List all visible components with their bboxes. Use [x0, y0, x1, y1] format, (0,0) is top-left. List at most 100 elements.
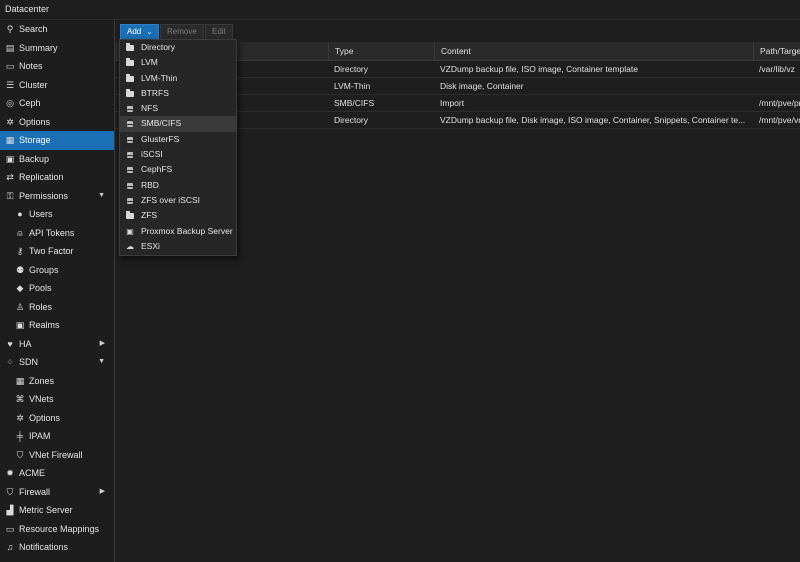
cell-type: Directory — [334, 115, 369, 125]
sidebar-item-label: Permissions — [19, 190, 69, 201]
menu-item-directory[interactable]: Directory — [120, 40, 236, 55]
menu-item-label: ZFS — [141, 210, 158, 221]
folder-icon — [125, 40, 135, 55]
menu-item-iscsi[interactable]: iSCSI — [120, 147, 236, 162]
book-icon: ▤ — [5, 42, 15, 53]
menu-item-proxmox-backup-server[interactable]: ▣ Proxmox Backup Server — [120, 224, 236, 239]
cell-path — [753, 78, 800, 94]
menu-item-zfs[interactable]: ZFS — [120, 208, 236, 223]
ceph-icon: ◎ — [6, 98, 14, 108]
sidebar-item-notes[interactable]: ▭ Notes — [0, 57, 114, 76]
sidebar-item-two-factor[interactable]: ⚷ Two Factor — [0, 242, 114, 261]
sidebar-item-resource-mappings[interactable]: ▭ Resource Mappings — [0, 520, 114, 539]
add-button[interactable]: Add ⌄ — [120, 24, 160, 40]
folder-icon: ▭ — [5, 523, 15, 534]
sidebar-item-groups[interactable]: ⚉ Groups — [0, 261, 114, 280]
menu-item-rbd[interactable]: RBD — [120, 178, 236, 193]
sidebar-item-label: Notes — [19, 61, 43, 71]
sidebar-item-metric-server[interactable]: ▟ Metric Server — [0, 501, 114, 520]
lock-icon: ⍝ — [17, 227, 23, 238]
database-icon: ▦ — [5, 135, 15, 145]
sidebar-item-label: Metric Server — [19, 505, 73, 515]
sidebar-item-zones[interactable]: ▦ Zones — [0, 372, 114, 391]
menu-item-cephfs[interactable]: CephFS — [120, 162, 236, 177]
th-icon: ▦ — [15, 375, 25, 386]
menu-item-label: LVM-Thin — [141, 72, 178, 83]
sidebar-item-firewall[interactable]: ⛉ Firewall ▶ — [0, 483, 114, 502]
cell-type: LVM-Thin — [334, 81, 371, 91]
menu-item-label: RBD — [141, 179, 159, 190]
sidebar-item-vnets[interactable]: ⌘ VNets — [0, 390, 114, 409]
caret-down-icon[interactable]: ▼ — [98, 187, 105, 206]
menu-item-smb-cifs[interactable]: SMB/CIFS — [120, 116, 236, 132]
column-header-content[interactable]: Content — [434, 42, 754, 60]
sidebar-item-search[interactable]: ⚲ Search — [0, 20, 114, 39]
cell-path: /mnt/pve/vr — [759, 115, 800, 125]
sidebar-item-pools[interactable]: ◆ Pools — [0, 279, 114, 298]
address-book-icon: ▣ — [15, 320, 25, 330]
sidebar-item-label: IPAM — [29, 431, 51, 441]
menu-item-lvm[interactable]: LVM — [120, 55, 236, 70]
sidebar-item-storage[interactable]: ▦ Storage — [0, 131, 114, 150]
user-icon: ● — [17, 209, 23, 219]
menu-item-btrfs[interactable]: BTRFS — [120, 86, 236, 101]
sidebar-item-label: Options — [29, 412, 61, 423]
heartbeat-icon: ♥ — [7, 338, 13, 349]
column-header-path[interactable]: Path/Target — [753, 42, 800, 60]
menu-item-label: ESXi — [141, 240, 160, 251]
shield-icon: ⛉ — [16, 449, 24, 460]
sidebar-item-sdn[interactable]: ⁘ SDN ▼ — [0, 353, 114, 372]
sidebar-item-replication[interactable]: ⇄ Replication — [0, 168, 114, 187]
column-header-type[interactable]: Type — [328, 42, 435, 60]
notes-icon: ▭ — [5, 61, 15, 71]
sidebar-item-ceph[interactable]: ◎ Ceph — [0, 94, 114, 113]
sidebar-item-label: VNets — [29, 394, 54, 404]
caret-right-icon[interactable]: ▶ — [100, 335, 105, 354]
sidebar-item-label: Realms — [29, 320, 60, 330]
sidebar-item-label: Zones — [29, 375, 55, 386]
menu-item-label: Directory — [141, 42, 176, 52]
sidebar-item-permissions[interactable]: ⚿ Permissions ▼ — [0, 187, 114, 206]
sidebar-item-realms[interactable]: ▣ Realms — [0, 316, 114, 335]
remove-button[interactable]: Remove — [160, 24, 204, 40]
sdn-icon: ⁘ — [6, 357, 14, 367]
sidebar: ⚲ Search ▤ Summary ▭ Notes ☰ Cluster ◎ Ceph ✲ Optio… — [0, 20, 115, 562]
edit-button[interactable]: Edit — [205, 24, 233, 40]
menu-item-label: NFS — [141, 103, 158, 114]
sidebar-item-options[interactable]: ✲ Options — [0, 113, 114, 132]
caret-right-icon[interactable]: ▶ — [100, 483, 105, 502]
menu-item-label: ZFS over iSCSI — [141, 194, 201, 205]
sidebar-item-vnet-firewall[interactable]: ⛉ VNet Firewall — [0, 446, 114, 465]
cell-type: Directory — [334, 64, 369, 74]
unlock-icon: ⚿ — [6, 190, 14, 201]
caret-down-icon[interactable]: ▼ — [98, 353, 105, 372]
folder-icon — [125, 208, 135, 223]
menu-item-esxi[interactable]: ☁ ESXi — [120, 239, 236, 254]
menu-item-zfs-over-iscsi[interactable]: ZFS over iSCSI — [120, 193, 236, 208]
retweet-icon: ⇄ — [6, 172, 14, 182]
sidebar-item-acme[interactable]: ✹ ACME — [0, 464, 114, 483]
cell-path: /var/lib/vz — [759, 64, 795, 74]
sidebar-item-users[interactable]: ● Users — [0, 205, 114, 224]
folder-icon — [125, 55, 135, 70]
sidebar-item-options[interactable]: ✲ Options — [0, 409, 114, 428]
menu-item-nfs[interactable]: NFS — [120, 101, 236, 116]
menu-item-glusterfs[interactable]: GlusterFS — [120, 132, 236, 147]
sidebar-item-ipam[interactable]: ╪ IPAM — [0, 427, 114, 446]
sidebar-item-label: ACME — [19, 468, 46, 478]
shield-icon: ⛉ — [6, 486, 14, 497]
sidebar-item-summary[interactable]: ▤ Summary — [0, 39, 114, 58]
building-icon — [125, 178, 135, 193]
sidebar-item-ha[interactable]: ♥ HA ▶ — [0, 335, 114, 354]
sidebar-item-notifications[interactable]: ♫ Notifications — [0, 538, 114, 557]
sidebar-item-backup[interactable]: ▣ Backup — [0, 150, 114, 169]
sidebar-item-label: Two Factor — [29, 246, 74, 256]
sidebar-item-label: VNet Firewall — [29, 449, 83, 460]
menu-item-lvm-thin[interactable]: LVM-Thin — [120, 71, 236, 86]
ipam-icon: ╪ — [16, 431, 24, 441]
cloud-download-icon: ☁ — [126, 241, 134, 251]
sidebar-item-roles[interactable]: ♙ Roles — [0, 298, 114, 317]
cell-type: SMB/CIFS — [334, 98, 375, 108]
sidebar-item-api-tokens[interactable]: ⍝ API Tokens — [0, 224, 114, 243]
sidebar-item-cluster[interactable]: ☰ Cluster — [0, 76, 114, 95]
